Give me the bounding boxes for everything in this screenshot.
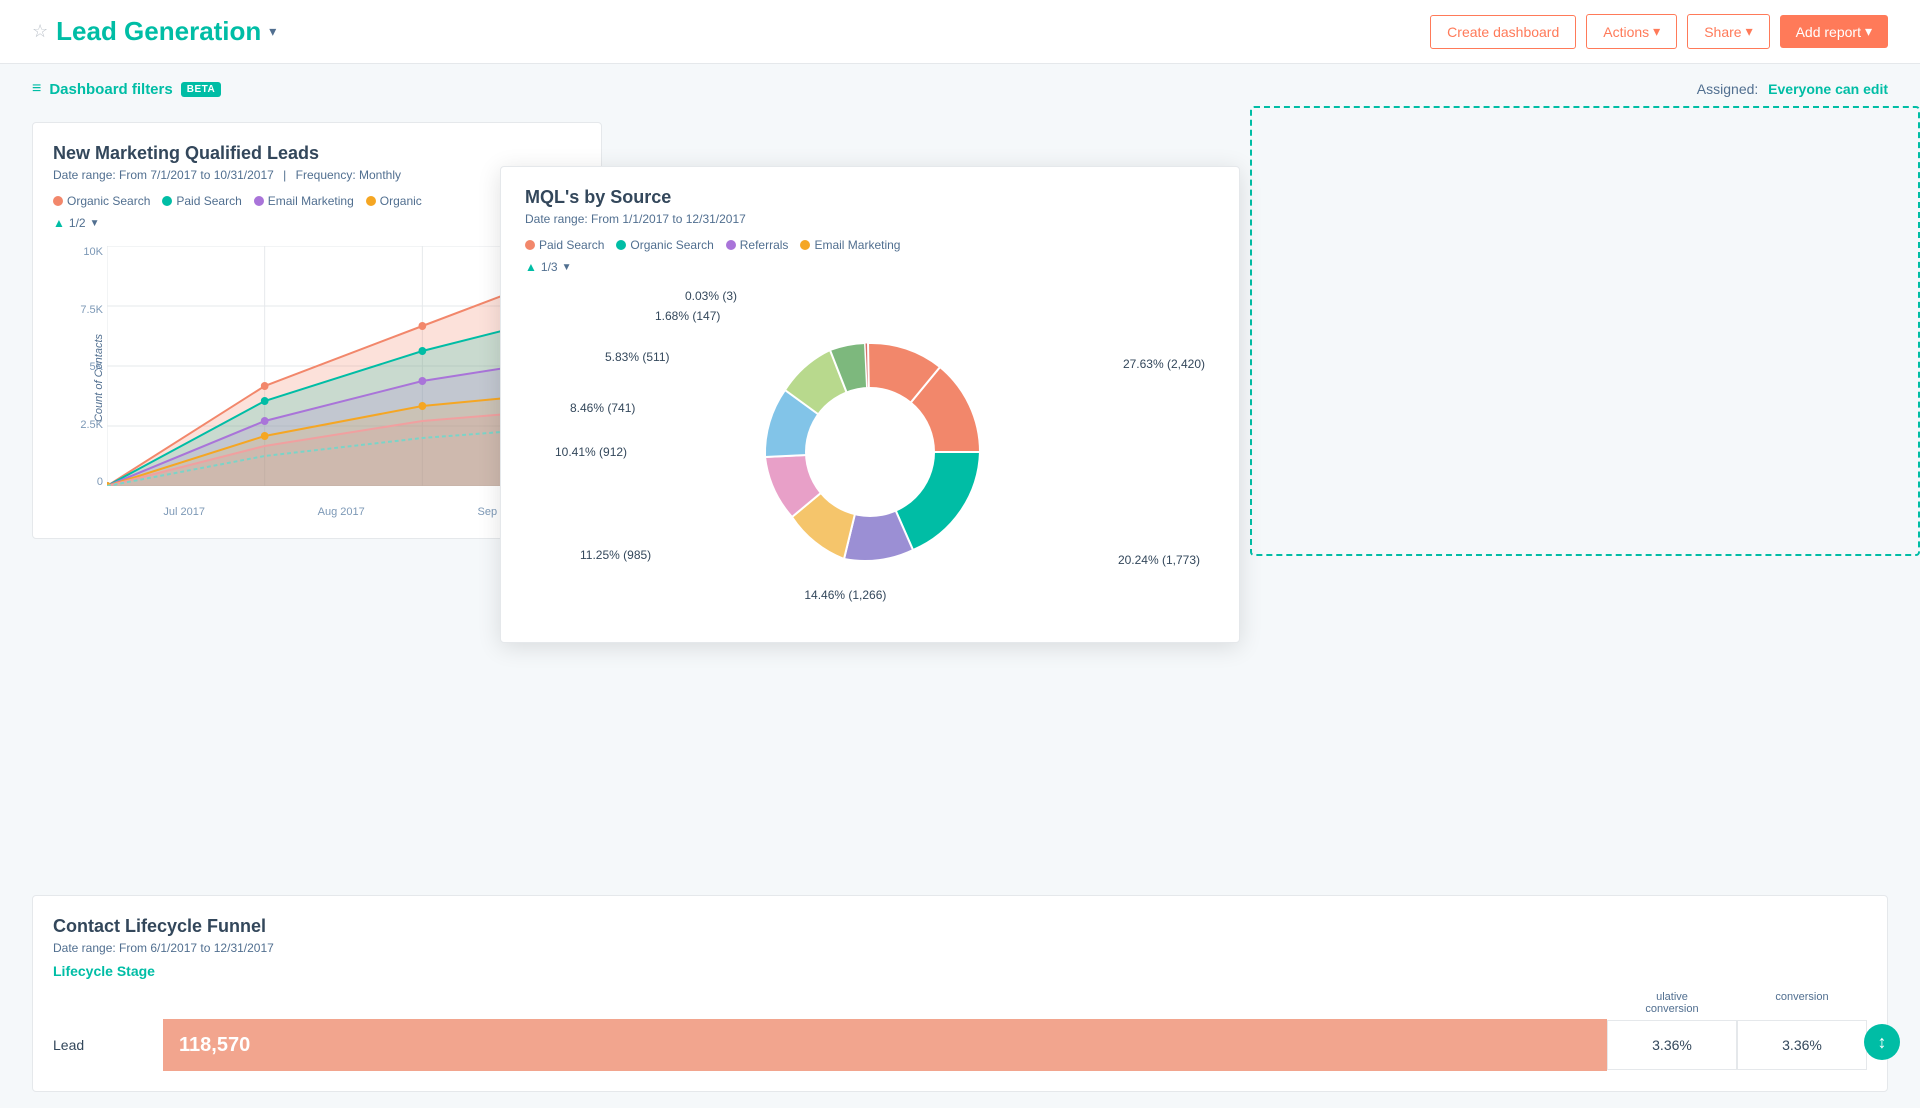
pie-label-6: 8.46% (741) (570, 401, 635, 415)
pagination-up-icon[interactable]: ▲ (53, 216, 65, 230)
y-label-10k: 10K (83, 246, 103, 258)
legend-dot-em (800, 240, 810, 250)
lead-value: 118,570 (179, 1034, 250, 1057)
filters-left: ≡ Dashboard filters BETA (32, 80, 221, 98)
mql-pagination-down[interactable]: ▼ (562, 262, 572, 273)
pagination-down-icon[interactable]: ▼ (90, 218, 100, 229)
y-label-5k: 5K (90, 361, 103, 373)
mql-source-card: MQL's by Source Date range: From 1/1/201… (500, 166, 1240, 643)
share-dropdown-icon: ▾ (1746, 23, 1753, 40)
actions-button[interactable]: Actions ▾ (1586, 14, 1677, 49)
add-report-button[interactable]: Add report ▾ (1780, 15, 1888, 48)
title-dropdown-icon[interactable]: ▾ (269, 23, 276, 40)
filters-icon: ≡ (32, 80, 41, 98)
legend-item-paid-search-mql: Paid Search (525, 238, 604, 252)
y-label-25k: 2.5K (80, 419, 103, 431)
lead-bar-cell: 118,570 (163, 1019, 1607, 1071)
legend-dot-os (616, 240, 626, 250)
pie-label-4: 11.25% (985) (580, 548, 651, 562)
x-label-aug2017: Aug 2017 (318, 506, 365, 518)
mql-source-pagination: ▲ 1/3 ▼ (525, 260, 1215, 274)
create-dashboard-button[interactable]: Create dashboard (1430, 15, 1576, 49)
legend-item-referrals-mql: Referrals (726, 238, 789, 252)
funnel-header-pcts: ulativeconversion conversion (1607, 991, 1867, 1015)
dashboard-content: New Marketing Qualified Leads Date range… (0, 106, 1920, 1108)
legend-dot-paid-search (162, 196, 172, 206)
funnel-title: Contact Lifecycle Funnel (53, 916, 1867, 937)
cumulative-header: ulativeconversion (1607, 991, 1737, 1015)
stage-header: conversion (1737, 991, 1867, 1015)
pie-label-8: 1.68% (147) (655, 309, 720, 323)
legend-dot-email-marketing (254, 196, 264, 206)
funnel-card: Contact Lifecycle Funnel Date range: Fro… (32, 895, 1888, 1092)
legend-item-organic-search: Organic Search (53, 194, 150, 208)
lead-stage-pct: 3.36% (1737, 1020, 1867, 1070)
pie-chart-svg (720, 302, 1020, 602)
lead-cumulative-pct: 3.36% (1607, 1020, 1737, 1070)
pie-label-2: 20.24% (1,773) (1118, 553, 1200, 567)
filters-label[interactable]: Dashboard filters (49, 81, 172, 98)
add-report-dropdown-icon: ▾ (1865, 23, 1872, 40)
pie-label-7: 5.83% (511) (605, 350, 669, 364)
legend-item-organic: Organic (366, 194, 422, 208)
filters-bar: ≡ Dashboard filters BETA Assigned: Every… (0, 64, 1920, 106)
title-area: ☆ Lead Generation ▾ (32, 16, 276, 47)
legend-item-paid-search: Paid Search (162, 194, 241, 208)
scroll-button[interactable]: ↕ (1864, 1024, 1900, 1060)
mql-source-legend: Paid Search Organic Search Referrals Ema… (525, 238, 1215, 252)
page-title: Lead Generation (56, 16, 261, 47)
share-button[interactable]: Share ▾ (1687, 14, 1769, 49)
lead-bar: 118,570 (163, 1019, 1607, 1071)
pie-label-1: 27.63% (2,420) (1123, 357, 1205, 371)
assigned-value[interactable]: Everyone can edit (1768, 81, 1888, 97)
top-bar: ☆ Lead Generation ▾ Create dashboard Act… (0, 0, 1920, 64)
legend-dot-organic (366, 196, 376, 206)
y-label-75k: 7.5K (80, 304, 103, 316)
funnel-header-row: ulativeconversion conversion (53, 991, 1867, 1015)
legend-item-organic-search-mql: Organic Search (616, 238, 713, 252)
filters-right: Assigned: Everyone can edit (1697, 81, 1888, 97)
funnel-date: Date range: From 6/1/2017 to 12/31/2017 (53, 941, 1867, 955)
lifecycle-label: Lifecycle Stage (53, 963, 1867, 979)
legend-item-email-marketing: Email Marketing (254, 194, 354, 208)
funnel-row-lead: Lead 118,570 3.36% 3.36% (53, 1019, 1867, 1071)
pie-label-9: 0.03% (3) (685, 289, 737, 303)
star-icon[interactable]: ☆ (32, 21, 48, 42)
actions-dropdown-icon: ▾ (1653, 23, 1660, 40)
mql-source-date: Date range: From 1/1/2017 to 12/31/2017 (525, 212, 1215, 226)
legend-item-email-marketing-mql: Email Marketing (800, 238, 900, 252)
legend-dot-organic-search (53, 196, 63, 206)
lead-pct-cells: 3.36% 3.36% (1607, 1020, 1867, 1070)
pie-chart-area: 27.63% (2,420) 20.24% (1,773) 14.46% (1,… (525, 282, 1215, 622)
new-mql-title: New Marketing Qualified Leads (53, 143, 581, 164)
mql-source-title: MQL's by Source (525, 187, 1215, 208)
drag-placeholder-overlay (1250, 106, 1920, 556)
assigned-label: Assigned: (1697, 81, 1758, 97)
lead-label: Lead (53, 1037, 163, 1053)
header-actions: Create dashboard Actions ▾ Share ▾ Add r… (1430, 14, 1888, 49)
legend-dot-ref (726, 240, 736, 250)
y-label-0: 0 (97, 476, 103, 488)
mql-pagination-up[interactable]: ▲ (525, 260, 537, 274)
beta-badge: BETA (181, 82, 221, 97)
legend-dot-ps (525, 240, 535, 250)
pie-label-5: 10.41% (912) (555, 445, 627, 459)
x-label-jul2017: Jul 2017 (163, 506, 205, 518)
